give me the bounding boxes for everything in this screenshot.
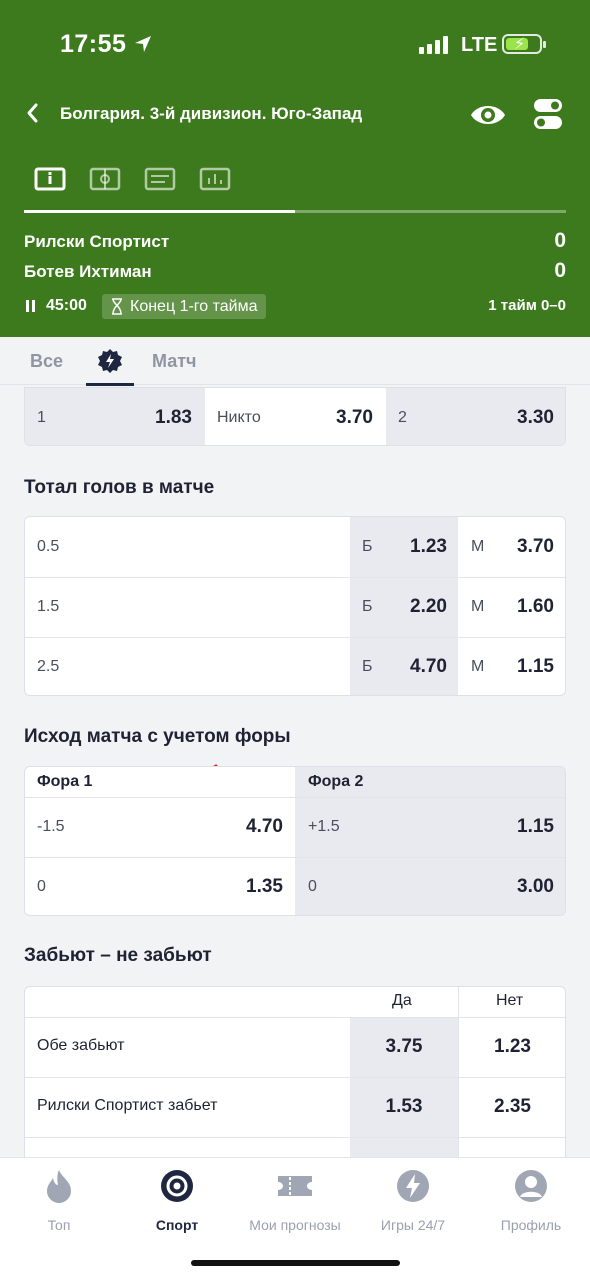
nav-top[interactable]: Топ: [0, 1168, 118, 1233]
period-label: Конец 1-го тайма: [130, 298, 258, 315]
filter-tabs: Все Матч: [0, 337, 590, 386]
under-odd[interactable]: 3.70: [517, 536, 554, 558]
under-odd[interactable]: 1.15: [517, 656, 554, 678]
team1-score: 0: [554, 229, 566, 252]
btts-card: Да Нет Обе забьют 3.75 1.23 Рилски Спорт…: [24, 986, 566, 1176]
live-lightning-icon: [98, 349, 122, 373]
btts-row: Рилски Спортист забьет 1.53 2.35: [25, 1077, 565, 1137]
lineup-icon[interactable]: [144, 166, 176, 192]
handicap-row: 0 1.35 0 3.00: [37, 876, 554, 898]
status-time: 17:55: [60, 30, 127, 58]
hourglass-icon: [112, 298, 122, 315]
nav-my-bets[interactable]: Мои прогнозы: [236, 1168, 354, 1233]
odd-cell-2[interactable]: 2 3.30: [386, 388, 565, 445]
section-title-handicap: Исход матча с учетом форы: [24, 726, 291, 747]
ticket-icon: [278, 1176, 312, 1196]
odd-cell-1[interactable]: 1 1.83: [25, 388, 205, 445]
handicap2-odd[interactable]: 1.15: [517, 816, 554, 838]
status-bar: 17:55 LTE ⚡: [0, 28, 590, 60]
handicap2-odd[interactable]: 3.00: [517, 876, 554, 898]
team2-name: Ботев Ихтиман: [24, 262, 152, 281]
totals-card: 0.5 Б 1.23 М 3.70 1.5 Б 2.20 М 1.60 2.5 …: [24, 516, 566, 696]
btts-yes-odd[interactable]: 3.75: [350, 1036, 458, 1058]
match-progress-bar: [24, 210, 566, 213]
period-badge: Конец 1-го тайма: [102, 294, 266, 319]
stats-icon[interactable]: [199, 166, 231, 192]
handicap-col1-header: Фора 1: [37, 773, 93, 790]
pause-icon: [26, 300, 36, 312]
result-card: 1 1.83 Никто 3.70 2 3.30: [24, 387, 566, 446]
battery-icon: ⚡: [502, 34, 546, 54]
over-odd[interactable]: 1.23: [410, 536, 447, 558]
watch-eye-icon[interactable]: [469, 98, 507, 132]
under-odd[interactable]: 1.60: [517, 596, 554, 618]
team1-row: Рилски Спортист 0: [24, 229, 566, 252]
nav-profile[interactable]: Профиль: [472, 1168, 590, 1233]
over-odd[interactable]: 2.20: [410, 596, 447, 618]
back-button[interactable]: [22, 98, 46, 128]
section-title-totals: Тотал голов в матче: [24, 477, 215, 498]
location-arrow-icon: [135, 36, 151, 52]
flame-icon: [47, 1170, 71, 1203]
league-title: Болгария. 3-й дивизион. Юго-Запад: [60, 104, 363, 123]
field-icon[interactable]: [89, 166, 121, 192]
handicap-card: Фора 1 Фора 2 -1.5 4.70 +1.5 1.15 0 1.35…: [24, 766, 566, 916]
btts-no-header: Нет: [496, 992, 524, 1009]
totals-row: 0.5 Б 1.23 М 3.70: [37, 536, 554, 558]
totals-row: 2.5 Б 4.70 М 1.15: [37, 656, 554, 678]
lightning-icon: [397, 1170, 429, 1202]
handicap-col2-header: Фора 2: [308, 773, 364, 790]
nav-games[interactable]: Игры 24/7: [354, 1168, 472, 1233]
half-score: 1 тайм 0–0: [488, 297, 566, 314]
profile-icon: [515, 1170, 547, 1202]
nav-sport[interactable]: Спорт: [118, 1168, 236, 1233]
btts-no-odd[interactable]: 1.23: [458, 1036, 565, 1058]
tab-match[interactable]: Матч: [152, 351, 197, 372]
info-icon[interactable]: [34, 166, 66, 192]
team1-name: Рилски Спортист: [24, 232, 170, 251]
network-type: LTE: [461, 34, 498, 56]
sport-icon: [161, 1170, 193, 1202]
handicap1-odd[interactable]: 4.70: [246, 816, 283, 838]
team2-row: Ботев Ихтиман 0: [24, 259, 566, 282]
btts-yes-odd[interactable]: 1.53: [350, 1096, 458, 1118]
match-clock: 45:00: [46, 297, 87, 314]
section-title-btts: Забьют – не забьют: [24, 945, 212, 966]
btts-row: Обе забьют 3.75 1.23: [25, 1017, 565, 1077]
team2-score: 0: [554, 259, 566, 282]
match-header: 17:55 LTE ⚡ Болгария. 3-й дивизион. Юго-…: [0, 0, 590, 337]
tab-live[interactable]: [86, 345, 134, 386]
btts-yes-header: Да: [392, 992, 412, 1009]
handicap1-odd[interactable]: 1.35: [246, 876, 283, 898]
btts-no-odd[interactable]: 2.35: [458, 1096, 565, 1118]
handicap-row: -1.5 4.70 +1.5 1.15: [37, 816, 554, 838]
tab-all[interactable]: Все: [30, 351, 63, 372]
totals-row: 1.5 Б 2.20 М 1.60: [37, 596, 554, 618]
over-odd[interactable]: 4.70: [410, 656, 447, 678]
odd-cell-draw[interactable]: Никто 3.70: [205, 388, 386, 445]
home-indicator: [191, 1260, 400, 1266]
settings-toggle-icon[interactable]: [533, 96, 563, 132]
signal-icon: [419, 36, 448, 54]
